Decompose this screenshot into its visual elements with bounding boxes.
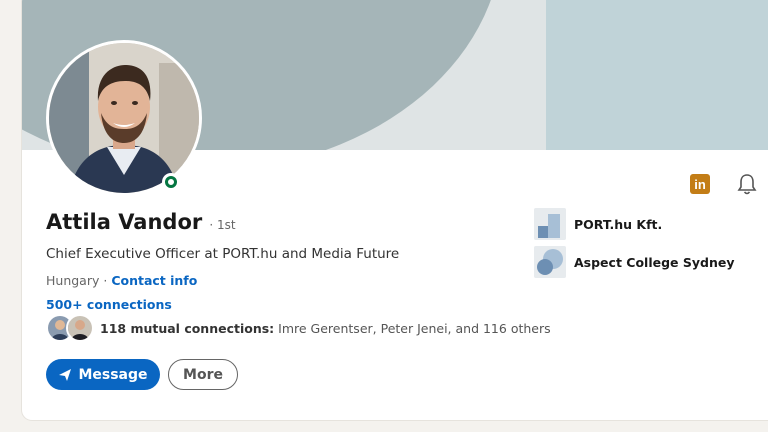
profile-photo[interactable] bbox=[46, 40, 202, 196]
mutual-connections-text: 118 mutual connections: Imre Gerentser, … bbox=[100, 321, 551, 336]
location-row: Hungary · Contact info bbox=[46, 273, 197, 288]
profile-photo-image bbox=[49, 43, 199, 193]
company-port[interactable]: PORT.hu Kft. bbox=[534, 208, 662, 240]
linkedin-icon[interactable]: in bbox=[690, 174, 710, 194]
mutual-count: 118 mutual connections: bbox=[100, 320, 275, 336]
aspect-logo-icon bbox=[534, 246, 566, 278]
profile-name: Attila Vandor bbox=[46, 210, 203, 234]
connection-degree: · 1st bbox=[209, 218, 236, 232]
more-button[interactable]: More bbox=[168, 359, 238, 390]
message-button[interactable]: Message bbox=[46, 359, 160, 390]
online-status-indicator bbox=[162, 173, 180, 191]
bell-icon[interactable] bbox=[736, 172, 758, 196]
banner-panel bbox=[546, 0, 768, 150]
mutual-avatar bbox=[66, 314, 94, 342]
connections-link[interactable]: 500+ connections bbox=[46, 297, 172, 312]
company-aspect[interactable]: Aspect College Sydney bbox=[534, 246, 735, 278]
mutual-connections[interactable]: 118 mutual connections: Imre Gerentser, … bbox=[46, 314, 551, 342]
profile-headline: Chief Executive Officer at PORT.hu and M… bbox=[46, 246, 400, 262]
name-row: Attila Vandor · 1st bbox=[46, 210, 236, 234]
send-icon bbox=[59, 368, 72, 381]
profile-card: in Attila Vandor · 1st Chief Executive O… bbox=[22, 0, 768, 420]
mutual-names: Imre Gerentser, Peter Jenei, and 116 oth… bbox=[274, 320, 551, 336]
contact-info-link[interactable]: Contact info bbox=[111, 273, 197, 288]
company-name: PORT.hu Kft. bbox=[574, 216, 663, 232]
message-label: Message bbox=[78, 366, 148, 383]
location: Hungary · bbox=[46, 273, 108, 288]
port-logo-icon bbox=[534, 208, 566, 240]
company-name: Aspect College Sydney bbox=[574, 254, 735, 270]
